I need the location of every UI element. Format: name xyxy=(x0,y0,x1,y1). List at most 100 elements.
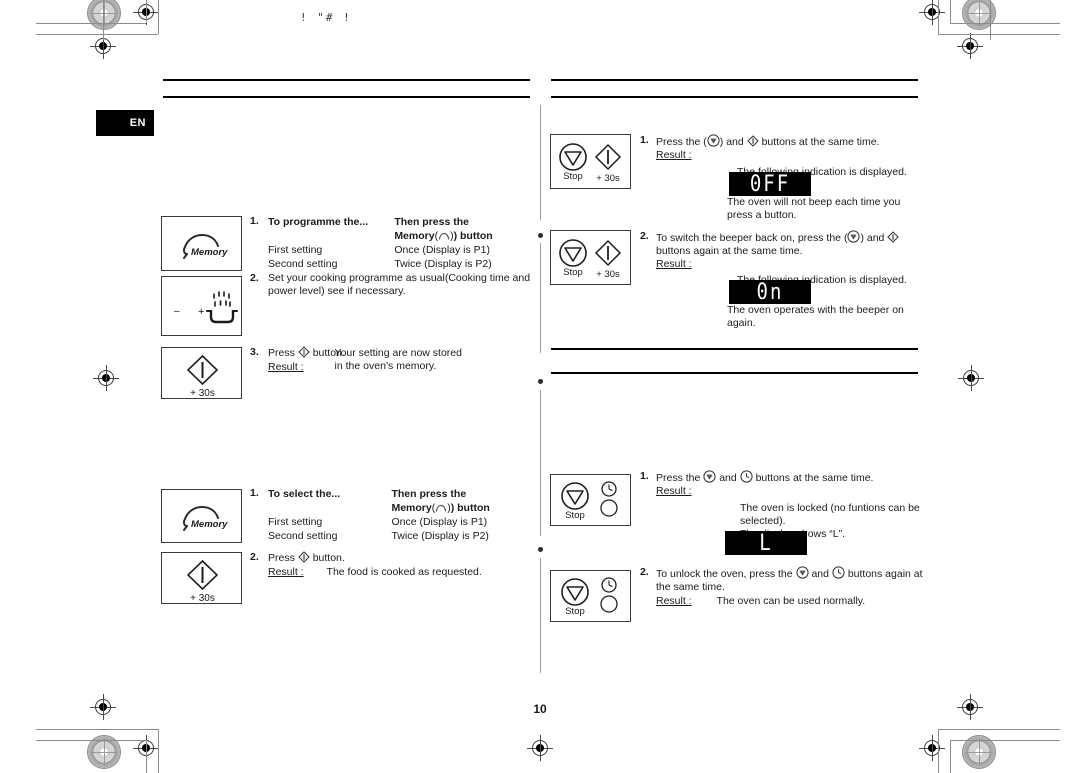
table-row: Second setting xyxy=(268,258,338,270)
result-text: The oven operates with the beeper on aga… xyxy=(727,304,904,329)
table-row: Twice (Display is P2) xyxy=(394,258,492,270)
crop-line-bottom-left-h1 xyxy=(36,740,146,741)
table-header-press-line2: Memory()) button xyxy=(394,230,493,242)
result-text-beeper-off: The oven will not beep each time you pre… xyxy=(727,196,907,222)
result-label: Result : xyxy=(656,149,692,161)
icon-box-stop-clock-1[interactable]: Stop xyxy=(550,474,631,526)
icon-box-start-30s-programme[interactable]: + 30s xyxy=(161,347,242,399)
result-label: Result : xyxy=(656,595,692,607)
page-number: 10 xyxy=(533,702,547,716)
icon-box-stop-start-1[interactable]: Stop + 30s xyxy=(550,134,631,189)
icon-box-stop-start-2[interactable]: Stop + 30s xyxy=(550,230,631,285)
stop-circle-icon xyxy=(707,134,720,147)
button-word: ) button xyxy=(450,502,490,514)
table-row: Second setting xyxy=(268,530,338,542)
column-divider-2 xyxy=(540,243,541,353)
table-row: Twice (Display is P2) xyxy=(391,530,489,542)
step-number: 2. xyxy=(640,230,649,242)
column-divider-3 xyxy=(540,390,541,536)
step-text-line1a: To unlock the oven, press the xyxy=(656,568,793,580)
margin-guide-right xyxy=(990,0,991,40)
lcd-value: L xyxy=(759,529,773,556)
start-diamond-icon xyxy=(298,551,310,563)
table-row: First setting xyxy=(268,516,323,528)
crop-line-top-left-h2 xyxy=(36,34,158,35)
step-number: 3. xyxy=(250,346,259,358)
registration-mark-right-middle xyxy=(958,365,984,391)
registration-mark-bottom-center xyxy=(527,735,553,761)
lcd-display-beeper-off: 0FF xyxy=(729,172,811,196)
memory-arc-icon xyxy=(436,504,447,512)
crop-line-top-left-v2 xyxy=(158,0,159,34)
start-diamond-icon xyxy=(746,135,759,147)
lcd-value: 0n xyxy=(756,278,784,305)
table-header-press: Then press the xyxy=(394,216,469,228)
step-text-after-icon: button. xyxy=(312,552,345,564)
icon-box-memory-recall[interactable]: Memory xyxy=(161,489,242,543)
stop-label: Stop xyxy=(563,267,583,278)
crop-line-top-right-v2 xyxy=(938,0,939,34)
header-rule-left-bottom xyxy=(163,96,530,98)
stop-and-clock-icon: Stop xyxy=(561,577,618,617)
manual-page: ! "# ! EN Memory 1. To programme the... … xyxy=(0,0,1080,773)
table-row: Once (Display is P1) xyxy=(391,516,488,528)
start-30s-icon: + 30s xyxy=(186,559,219,604)
result-text: Your setting are now stored in the oven’… xyxy=(334,347,462,372)
result-text: The food is cooked as requested. xyxy=(326,566,482,578)
memory-arc-icon xyxy=(439,232,450,240)
step-text-before-icon: Press xyxy=(268,347,295,359)
step-text-line1b: ) and xyxy=(860,232,885,244)
icon-box-stop-clock-2[interactable]: Stop xyxy=(550,570,631,622)
start-30s-label: + 30s xyxy=(190,388,215,399)
table-header-press-line2: Memory()) button xyxy=(391,502,490,514)
step-text-a: Press the ( xyxy=(656,136,707,148)
header-rule-right-bottom xyxy=(551,96,918,98)
power-level-icon: – + xyxy=(174,291,238,324)
icon-box-power-level[interactable]: – + xyxy=(161,276,242,336)
table-header-action: To programme the... xyxy=(268,216,369,228)
step-number: 1. xyxy=(250,487,259,499)
crop-line-top-right-v1 xyxy=(950,0,951,23)
start-30s-label: + 30s xyxy=(596,269,620,280)
step-1-recall: 1. To select the... Then press the Memor… xyxy=(250,487,535,543)
crop-line-top-left-v1 xyxy=(146,0,147,23)
step-number: 2. xyxy=(250,272,259,284)
icon-box-memory-programme[interactable]: Memory xyxy=(161,216,242,271)
crop-line-bottom-right-h2 xyxy=(938,729,1060,730)
step-text-b: and xyxy=(719,472,737,484)
memory-word: Memory xyxy=(394,230,435,242)
stop-circle-icon xyxy=(795,566,809,579)
crop-line-bottom-right-v2 xyxy=(938,729,939,773)
button-word: ) button xyxy=(453,230,493,242)
memory-icon: Memory xyxy=(182,233,228,259)
step-2-beeper-on: 2. To switch the beeper back on, press t… xyxy=(640,230,930,287)
step-2-child-unlock: 2. To unlock the oven, press the and but… xyxy=(640,566,935,608)
lcd-value: 0FF xyxy=(749,170,791,197)
clock-icon xyxy=(832,566,845,579)
memory-word: Memory xyxy=(391,502,432,514)
start-diamond-icon xyxy=(298,346,310,358)
step-1-programme: 1. To programme the... Then press the Me… xyxy=(250,215,535,271)
result-label: Result : xyxy=(656,258,692,270)
stop-and-clock-icon: Stop xyxy=(561,481,618,521)
result-label: Result : xyxy=(268,566,304,578)
start-30s-icon: + 30s xyxy=(186,354,219,399)
clock-icon xyxy=(740,470,753,483)
step-2-programme: 2. Set your cooking programme as usual(C… xyxy=(250,272,535,298)
step-text-line2: buttons again at the same time. xyxy=(656,245,803,257)
minus-sign: – xyxy=(174,306,180,317)
step-text: Set your cooking programme as usual(Cook… xyxy=(268,272,531,297)
stop-and-start-icon: Stop + 30s xyxy=(559,239,622,280)
icon-box-start-30s-recall[interactable]: + 30s xyxy=(161,552,242,604)
table-header-press: Then press the xyxy=(391,488,467,500)
start-30s-label: + 30s xyxy=(190,593,215,604)
section-rule-right-top xyxy=(551,348,918,350)
step-text-c: buttons at the same time. xyxy=(755,472,874,484)
header-rule-left-top xyxy=(163,79,530,81)
step-text-line1c: buttons again at xyxy=(847,568,923,580)
stop-circle-icon xyxy=(847,230,861,243)
stop-label: Stop xyxy=(563,171,583,182)
result-label: Result : xyxy=(268,361,304,373)
lcd-display-child-lock: L xyxy=(725,531,807,555)
step-number: 1. xyxy=(640,134,649,146)
